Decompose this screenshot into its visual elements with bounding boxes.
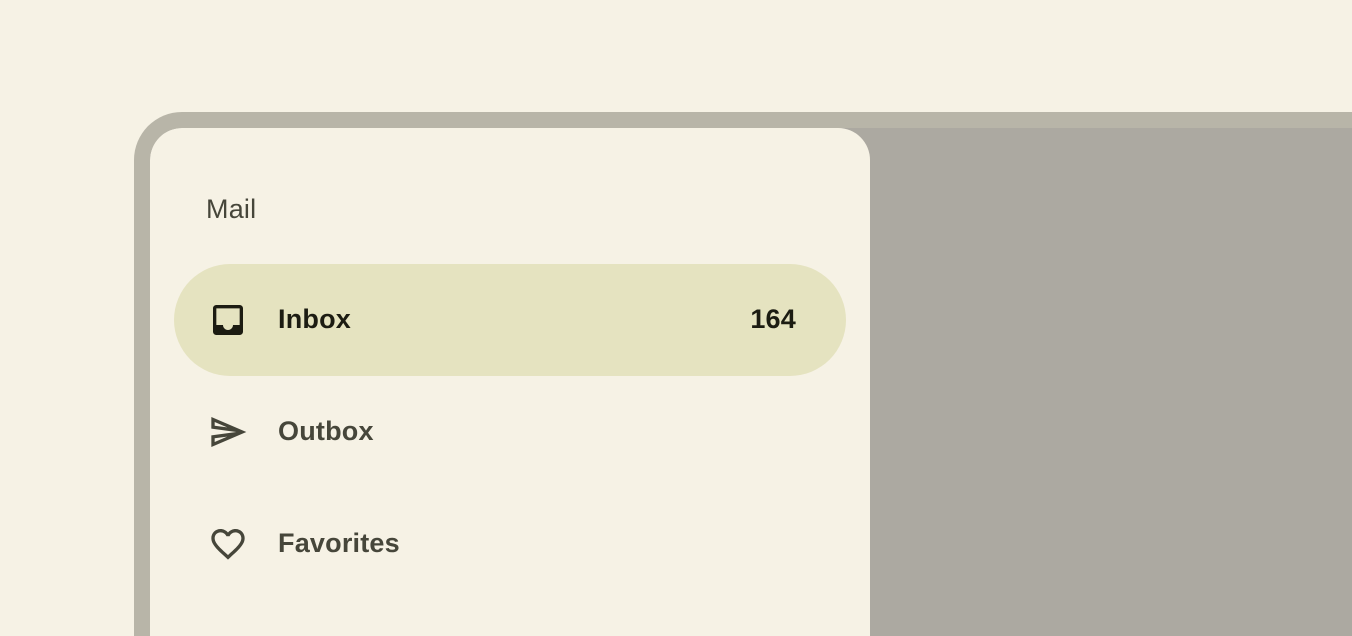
nav-item-favorites[interactable]: Favorites — [174, 488, 846, 600]
navigation-drawer: Mail Inbox 164 Outbox Favorites — [150, 128, 870, 636]
drawer-headline: Mail — [206, 194, 257, 224]
inbox-icon — [213, 305, 243, 335]
screen: Mail Inbox 164 Outbox Favorites — [150, 128, 1352, 636]
nav-item-label: Outbox — [278, 416, 374, 446]
unread-count-badge: 164 — [750, 304, 796, 334]
send-icon — [211, 417, 247, 447]
nav-item-outbox[interactable]: Outbox — [174, 376, 846, 488]
nav-item-label: Inbox — [278, 304, 351, 334]
nav-item-label: Favorites — [278, 528, 400, 558]
heart-icon — [211, 529, 245, 560]
nav-item-inbox[interactable]: Inbox 164 — [174, 264, 846, 376]
